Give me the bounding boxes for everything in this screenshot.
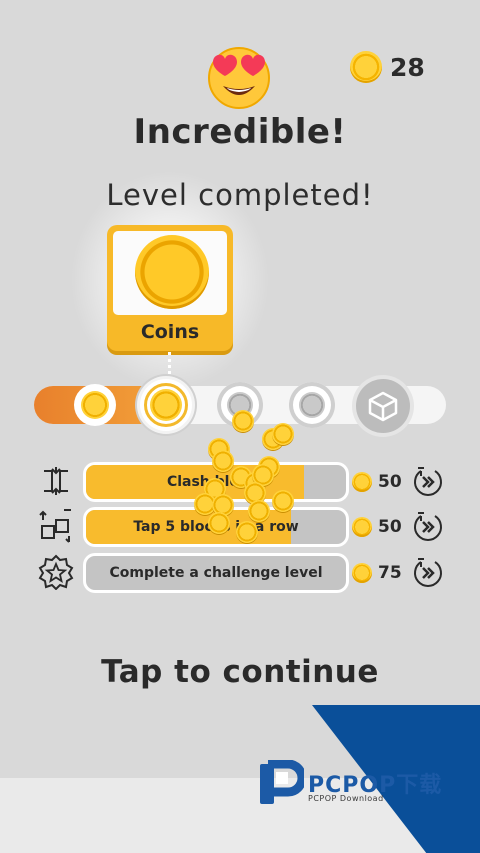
goal-reward-value: 75 (378, 563, 402, 583)
reward-card-image (113, 231, 227, 315)
goal-reward-value: 50 (378, 472, 402, 492)
progress-node-coin-locked (289, 382, 335, 428)
box-icon (368, 391, 398, 422)
skip-ad-icon[interactable] (412, 510, 444, 542)
coin-icon (150, 389, 182, 421)
progress-node-coin-collected (74, 384, 116, 426)
headline: Incredible! (133, 112, 347, 152)
goal-progress-bar: Clash blocks (86, 465, 346, 499)
goal-reward-value: 50 (378, 517, 402, 537)
goal-label: Clash blocks (166, 474, 266, 490)
reward-label: Coins (140, 321, 200, 343)
level-completed-text: Level completed! (106, 178, 374, 212)
blocks-row-icon (39, 509, 71, 543)
heart-eyes-emoji-icon (208, 47, 270, 109)
pcpop-logo-icon (260, 760, 304, 804)
progress-node-box-locked (356, 379, 410, 433)
goal-label: Tap 5 blocks in a row (133, 519, 299, 535)
goal-row: Complete a challenge level 75 (36, 554, 446, 590)
goal-reward: 50 (352, 472, 402, 492)
goal-row: Tap 5 blocks in a row 50 (36, 508, 446, 544)
watermark-sub: PCPOP Download (308, 794, 384, 803)
clash-icon (44, 467, 68, 495)
coin-icon (352, 517, 372, 537)
coin-icon (299, 392, 325, 418)
goal-row: Clash blocks 50 (36, 463, 446, 499)
reward-connector (168, 352, 171, 380)
coin-icon (350, 51, 382, 83)
coin-count: 28 (390, 52, 425, 82)
goal-reward: 75 (352, 563, 402, 583)
tap-to-continue[interactable]: Tap to continue (0, 654, 480, 690)
star-badge-icon (38, 554, 74, 590)
skip-ad-icon[interactable] (412, 465, 444, 497)
coin-icon (352, 563, 372, 583)
progress-node-coin-locked (217, 382, 263, 428)
coin-icon (352, 472, 372, 492)
progress-node-coin-current (140, 379, 192, 431)
goal-progress-bar: Tap 5 blocks in a row (86, 510, 346, 544)
goal-progress-bar: Complete a challenge level (86, 556, 346, 590)
skip-ad-icon[interactable] (412, 556, 444, 588)
coin-icon (227, 392, 253, 418)
coin-icon (81, 391, 109, 419)
goal-reward: 50 (352, 517, 402, 537)
coin-icon (135, 235, 209, 309)
reward-card: Coins (107, 225, 233, 351)
current-ring (144, 383, 188, 427)
goal-label: Complete a challenge level (109, 565, 323, 581)
coin-counter: 28 (350, 50, 425, 84)
